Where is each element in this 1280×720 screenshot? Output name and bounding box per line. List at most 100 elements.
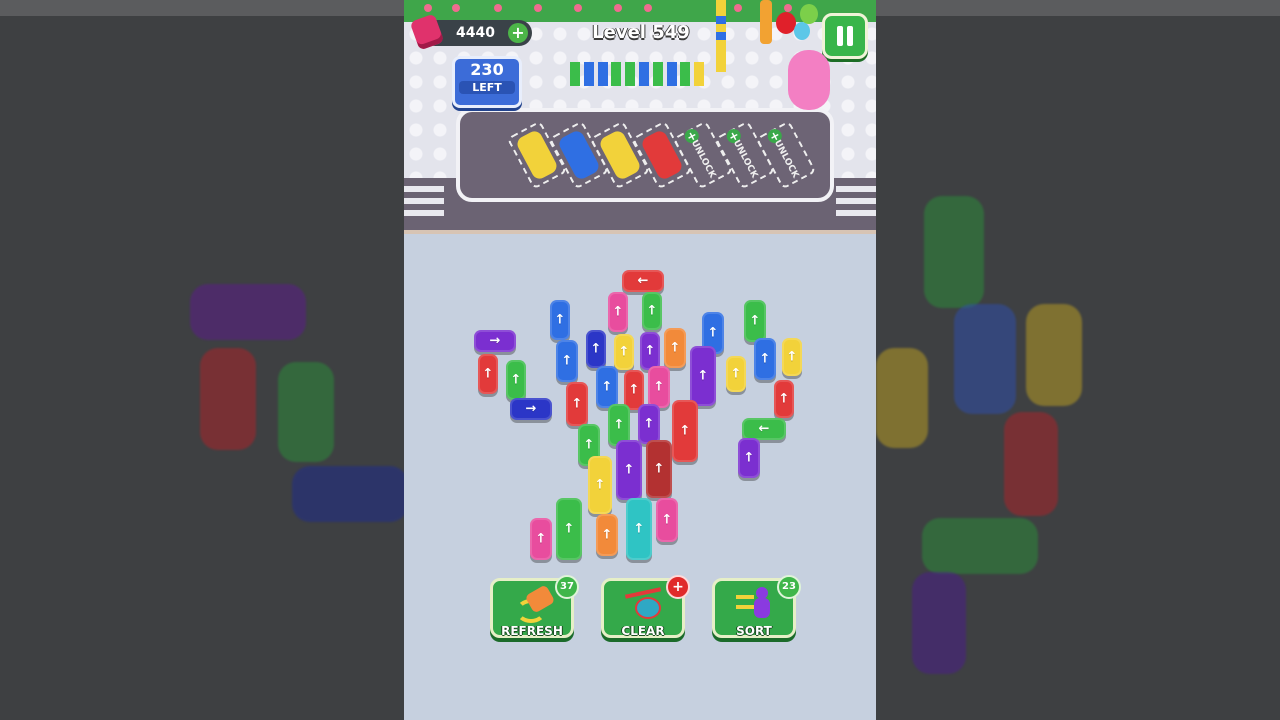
clear-add-badge: + <box>666 575 690 599</box>
arrow-left-icon: ← <box>758 421 770 437</box>
car[interactable]: → <box>510 398 552 420</box>
arrow-up-icon: ↑ <box>628 382 640 398</box>
car[interactable]: ↑ <box>588 456 612 514</box>
arrow-up-icon: ↑ <box>633 521 645 537</box>
car[interactable]: ↑ <box>556 498 582 560</box>
balloon-icon <box>776 12 796 34</box>
car[interactable]: ↑ <box>556 340 578 382</box>
arrow-up-icon: ↑ <box>778 391 790 407</box>
queued-person <box>597 62 608 86</box>
arrow-up-icon: ↑ <box>601 527 613 543</box>
clear-button[interactable]: + CLEAR <box>601 575 690 638</box>
queued-person <box>680 62 691 86</box>
arrow-up-icon: ↑ <box>612 304 624 320</box>
car[interactable]: ↑ <box>566 382 588 426</box>
refresh-button[interactable]: 37 REFRESH <box>490 575 579 638</box>
arrow-right-icon: → <box>489 333 501 349</box>
unlock-label: UNLOCK <box>688 138 718 180</box>
refresh-label: REFRESH <box>501 624 563 638</box>
game-viewport: 4440 + Level 549 230 LEFT + UNLOCK + UNLOCK… <box>404 0 876 720</box>
arrow-up-icon: ↑ <box>571 396 583 412</box>
car[interactable]: ↑ <box>690 346 716 406</box>
car[interactable]: ↑ <box>664 328 686 368</box>
pink-bear-mascot-icon <box>788 50 830 110</box>
car[interactable]: → <box>474 330 516 352</box>
car[interactable]: ↑ <box>744 300 766 342</box>
helicopter-icon <box>623 587 663 619</box>
balloon-icon <box>800 4 818 24</box>
background-left-panel <box>0 0 404 720</box>
car[interactable]: ↑ <box>656 498 678 542</box>
car[interactable]: ← <box>622 270 664 292</box>
sort-button[interactable]: 23 SORT <box>712 575 801 638</box>
unlock-label: UNLOCK <box>730 138 759 180</box>
background-car <box>954 304 1016 414</box>
queued-person <box>666 62 677 86</box>
arrow-up-icon: ↑ <box>583 437 595 453</box>
car[interactable]: ↑ <box>726 356 746 392</box>
arrow-up-icon: ↑ <box>653 461 665 477</box>
arrow-up-icon: ↑ <box>679 423 691 439</box>
background-car <box>912 572 966 674</box>
car[interactable]: ↑ <box>478 354 498 394</box>
arrow-up-icon: ↑ <box>669 340 681 356</box>
background-car <box>278 362 334 462</box>
queued-person <box>639 62 649 86</box>
car[interactable]: ↑ <box>738 438 760 478</box>
background-car <box>1026 304 1082 406</box>
arrow-right-icon: → <box>525 401 537 417</box>
arrow-up-icon: ↑ <box>535 531 547 547</box>
background-car <box>922 518 1038 574</box>
car[interactable]: ↑ <box>648 366 670 408</box>
arrow-left-icon: ← <box>637 273 649 289</box>
unlock-label: UNLOCK <box>771 138 801 180</box>
car[interactable]: ↑ <box>614 334 634 370</box>
car[interactable]: ↑ <box>640 332 660 370</box>
car[interactable]: ↑ <box>596 366 618 408</box>
car[interactable]: ↑ <box>626 498 652 560</box>
car[interactable]: ↑ <box>642 292 662 330</box>
arrow-up-icon: ↑ <box>730 366 742 382</box>
arrow-up-icon: ↑ <box>510 372 522 388</box>
pause-button[interactable] <box>822 13 868 59</box>
car[interactable]: ↑ <box>646 440 672 498</box>
car[interactable]: ← <box>742 418 786 440</box>
arrow-up-icon: ↑ <box>590 341 602 357</box>
arrow-up-icon: ↑ <box>646 303 658 319</box>
car[interactable]: ↑ <box>774 380 794 418</box>
background-car <box>292 466 404 522</box>
arrow-up-icon: ↑ <box>749 313 761 329</box>
add-coins-button[interactable]: + <box>508 23 528 43</box>
queued-person <box>652 62 663 86</box>
car[interactable]: ↑ <box>586 330 606 368</box>
car[interactable]: ↑ <box>550 300 570 340</box>
queued-person <box>716 48 726 72</box>
arrow-up-icon: ↑ <box>759 351 771 367</box>
arrow-up-icon: ↑ <box>697 368 709 384</box>
arrow-up-icon: ↑ <box>482 366 494 382</box>
car[interactable]: ↑ <box>782 338 802 376</box>
background-car <box>190 284 306 340</box>
level-title: Level 549 <box>592 22 690 43</box>
car[interactable]: ↑ <box>506 360 526 400</box>
refresh-count-badge: 37 <box>555 575 579 599</box>
car[interactable]: ↑ <box>754 338 776 380</box>
car[interactable]: ↑ <box>616 440 642 500</box>
background-car <box>1004 412 1058 516</box>
queued-person <box>583 62 594 86</box>
car[interactable]: ↑ <box>530 518 552 560</box>
queued-person <box>570 62 580 86</box>
arrow-up-icon: ↑ <box>661 512 673 528</box>
arrow-up-icon: ↑ <box>594 477 606 493</box>
background-right-panel <box>876 0 1280 720</box>
cars-left-counter: 230 LEFT <box>452 56 522 108</box>
arrow-up-icon: ↑ <box>613 417 625 433</box>
car[interactable]: ↑ <box>608 292 628 332</box>
cars-left-label: LEFT <box>459 81 515 94</box>
car[interactable]: ↑ <box>638 404 660 444</box>
background-car <box>924 196 984 308</box>
refresh-car-icon <box>512 584 556 623</box>
car[interactable]: ↑ <box>672 400 698 462</box>
car[interactable]: ↑ <box>596 514 618 556</box>
arrow-up-icon: ↑ <box>707 325 719 341</box>
